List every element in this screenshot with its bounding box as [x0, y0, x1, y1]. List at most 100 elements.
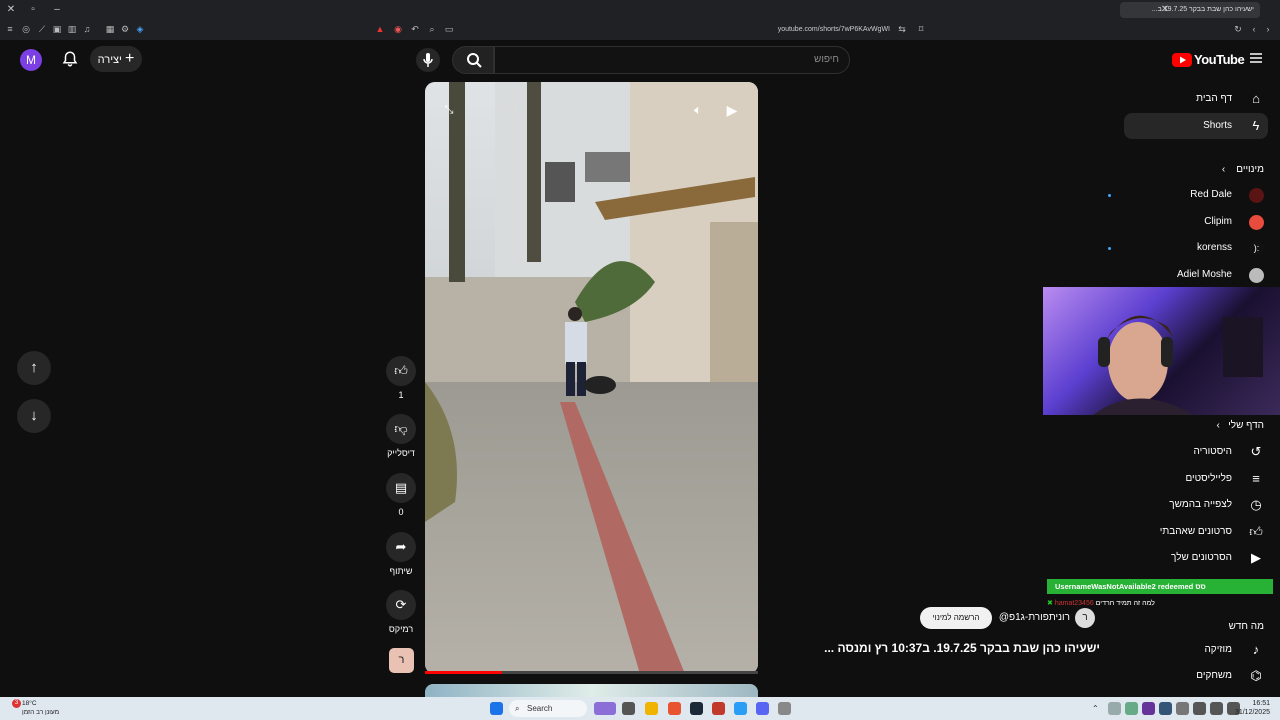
back-icon[interactable]: ↶ — [409, 23, 421, 35]
bookmark-icon[interactable]: ⌑ — [915, 23, 927, 35]
app-icon[interactable] — [734, 702, 747, 715]
short-channel-row: הרשמה למינוי @רונית​פורת-ג1פ ר — [920, 607, 1100, 629]
remix-action[interactable]: ⟳ רמיקס — [386, 590, 416, 634]
tray-icon[interactable] — [1125, 702, 1138, 715]
sidebar-item-your-videos[interactable]: הסרטונים שלך ▶ — [1124, 547, 1264, 569]
shield-icon[interactable]: ◉ — [392, 23, 404, 35]
like-action[interactable]: 👍︎ 1 — [386, 356, 416, 400]
notifications-bell-icon[interactable] — [61, 50, 79, 68]
dislike-action[interactable]: 👎︎ דיסלייק — [386, 414, 416, 458]
steam-icon[interactable] — [690, 702, 703, 715]
windows-start-icon[interactable] — [490, 702, 503, 715]
tray-icon[interactable] — [1108, 702, 1121, 715]
short-video-player[interactable]: 🔈︎ ▶ ⤡ ▤ — [425, 82, 758, 674]
subscriptions-label: מינויים — [1236, 164, 1264, 175]
channel-avatar — [1249, 215, 1264, 230]
tray-icon[interactable] — [1159, 702, 1172, 715]
url-field[interactable]: youtube.com/shorts/7wP6KAvWgWI — [700, 24, 890, 36]
menu-icon[interactable]: ≡ — [4, 23, 16, 35]
extension-icon[interactable]: ▣ — [51, 23, 63, 35]
brave-icon[interactable]: ▲ — [374, 23, 386, 35]
sidebar-item-watch-later[interactable]: לצפייה בהמשך ◷ — [1124, 494, 1264, 516]
tab-close-icon[interactable]: ✕ — [1158, 3, 1172, 17]
weather-widget[interactable]: 18°C מעונן רב הזמן — [22, 699, 59, 717]
discord-icon[interactable] — [756, 702, 769, 715]
subscriptions-heading[interactable]: ‹ מינויים — [1222, 164, 1264, 175]
search-button[interactable] — [452, 46, 494, 74]
you-heading[interactable]: ‹ הדף שלי — [1217, 420, 1264, 431]
minimize-icon[interactable]: – — [50, 3, 64, 17]
sidebar-channel[interactable]: Clipim — [1104, 211, 1264, 233]
search-input[interactable]: חיפוש — [494, 46, 850, 74]
close-window-icon[interactable]: ✕ — [4, 3, 18, 17]
captions-icon[interactable]: ▤ — [505, 102, 521, 118]
thumbs-down-icon[interactable]: 👎︎ — [386, 414, 416, 444]
settings-icon[interactable] — [778, 702, 791, 715]
zoom-icon[interactable]: ⌕ — [426, 23, 438, 35]
sidebar-item-gaming[interactable]: משחקים ⌬ — [1124, 665, 1264, 687]
sidebar-channel[interactable]: Adiel Moshe — [1104, 264, 1264, 286]
microphone-icon — [423, 53, 433, 67]
next-short-preview[interactable] — [425, 684, 758, 698]
channel-name[interactable]: @רונית​פורת-ג1פ — [996, 607, 1070, 629]
comments-action[interactable]: ▤ 0 — [386, 473, 416, 517]
sidebar-item-music[interactable]: מוזיקה ♪ — [1124, 639, 1264, 661]
app-icon[interactable] — [712, 702, 725, 715]
restore-icon[interactable]: ▫ — [26, 3, 40, 17]
create-label: יצירה — [97, 54, 122, 66]
youtube-logo[interactable]: YouTube — [1172, 50, 1245, 70]
sidebar-item-home[interactable]: דף הבית ⌂ — [1124, 88, 1264, 110]
volume-icon[interactable] — [1210, 702, 1223, 715]
next-short-button[interactable]: ↓ — [17, 399, 51, 433]
hamburger-menu-icon[interactable] — [1249, 51, 1263, 65]
forward-arrow-icon[interactable]: › — [1262, 23, 1274, 35]
music-icon[interactable]: ♫ — [81, 23, 93, 35]
sidebar-channel[interactable]: korenss ): — [1104, 237, 1264, 259]
share-icon[interactable]: ⇆ — [896, 23, 908, 35]
play-icon[interactable]: ▶ — [722, 100, 742, 120]
extension-icon[interactable]: ⚙ — [119, 23, 131, 35]
file-explorer-icon[interactable] — [645, 702, 658, 715]
subscribe-button[interactable]: הרשמה למינוי — [920, 607, 992, 629]
extension-icon[interactable]: ▦ — [104, 23, 116, 35]
sidebar-item-playlists[interactable]: פלייליסטים ≡ — [1124, 468, 1264, 490]
home-icon: ⌂ — [1252, 91, 1260, 106]
voice-search-button[interactable] — [416, 48, 440, 72]
screen-icon[interactable]: ▭ — [443, 23, 455, 35]
taskbar-search[interactable]: ⌕ Search — [509, 700, 587, 717]
wifi-icon[interactable] — [1193, 702, 1206, 715]
brave-browser-icon[interactable] — [668, 702, 681, 715]
reload-icon[interactable]: ↻ — [1232, 23, 1244, 35]
create-button[interactable]: יצירה + — [90, 46, 142, 72]
fullscreen-icon[interactable]: ⤡ — [441, 102, 457, 118]
browser-tab[interactable]: ישעיהו כהן שבת בבקר 19.7.25 ב... — [1120, 2, 1260, 18]
sidebar-item-label: Shorts — [1203, 120, 1232, 131]
sidebar-item-label: הסרטונים שלך — [1171, 552, 1232, 563]
volume-icon[interactable]: 🔈︎ — [688, 100, 708, 120]
clock[interactable]: 16:51 31/12/2025 — [1235, 699, 1270, 717]
account-avatar[interactable]: M — [20, 49, 42, 71]
tray-icon[interactable] — [1142, 702, 1155, 715]
remix-icon[interactable]: ⟳ — [386, 590, 416, 620]
extension-icon[interactable]: ◎ — [20, 23, 32, 35]
channel-avatar[interactable]: ר — [1075, 608, 1095, 628]
extension-icon[interactable]: ◈ — [134, 23, 146, 35]
thumbs-up-icon[interactable]: 👍︎ — [386, 356, 416, 386]
back-arrow-icon[interactable]: ‹ — [1248, 23, 1260, 35]
audio-track-thumbnail[interactable]: ר — [389, 648, 414, 673]
share-icon[interactable]: ➦ — [386, 532, 416, 562]
sidebar-item-liked[interactable]: סרטונים שאהבתי 👍︎ — [1124, 521, 1264, 543]
share-action[interactable]: ➦ שיתוף — [386, 532, 416, 576]
sidebar-item-shorts[interactable]: Shorts ϟ — [1124, 113, 1268, 139]
comment-icon[interactable]: ▤ — [386, 473, 416, 503]
task-view-icon[interactable] — [622, 702, 635, 715]
sidebar-item-history[interactable]: היסטוריה ↺ — [1124, 441, 1264, 463]
chevron-up-icon[interactable]: ⌃ — [1092, 702, 1100, 715]
widgets-icon[interactable] — [594, 702, 616, 715]
tray-icon[interactable] — [1176, 702, 1189, 715]
sidebar-icon[interactable]: ▥ — [66, 23, 78, 35]
short-title[interactable]: ישעיהו כהן שבת בבקר 19.7.25. ב10:37 רץ ו… — [790, 641, 1100, 655]
sidebar-channel[interactable]: Red Dale — [1104, 184, 1264, 206]
extension-icon[interactable]: ⟋ — [36, 23, 48, 35]
previous-short-button[interactable]: ↑ — [17, 351, 51, 385]
